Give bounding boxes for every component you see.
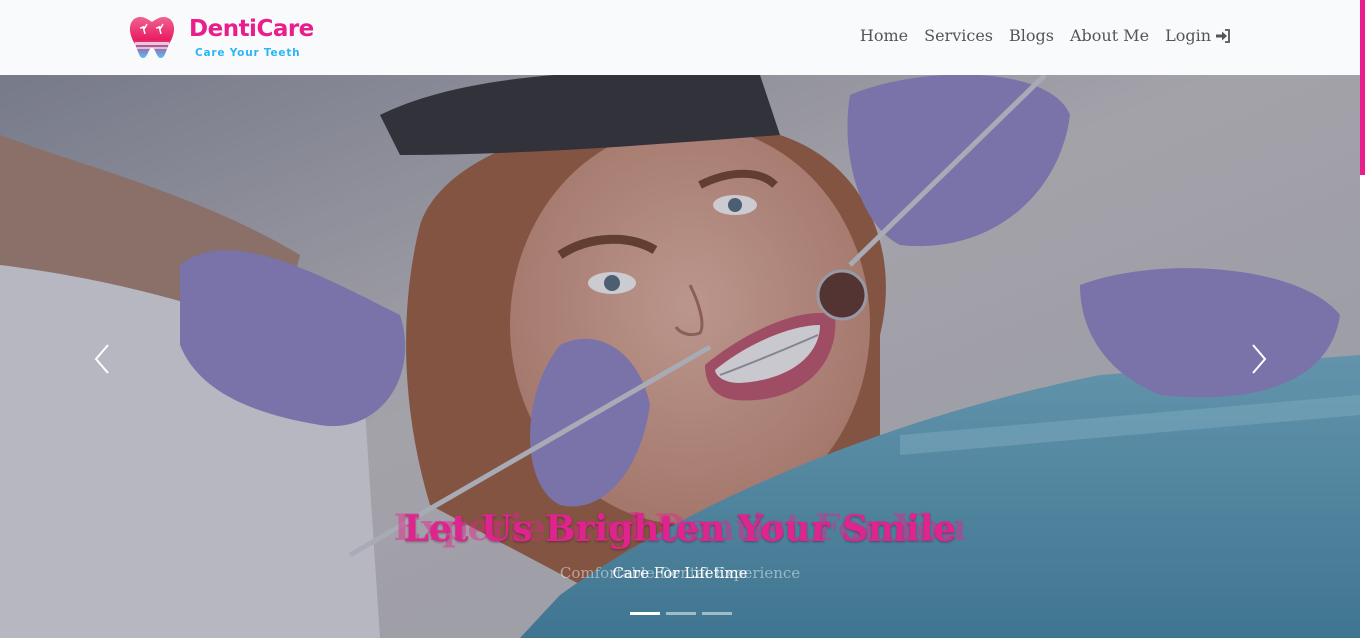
nav-blogs[interactable]: Blogs [1009,26,1054,45]
nav-about-me[interactable]: About Me [1070,26,1149,45]
carousel-indicator[interactable] [666,612,696,615]
carousel-next-button[interactable] [1247,341,1271,377]
brand-name: DentiCare [189,16,314,42]
nav-services[interactable]: Services [924,26,993,45]
scroll-indicator [1360,0,1365,175]
hero-carousel: Experienced Dentist For You Let Us Brigh… [0,75,1360,638]
navbar: DentiCare Care Your Teeth Home Services … [0,0,1365,75]
hero-overlay [0,75,1360,638]
nav-login-label: Login [1165,26,1211,45]
carousel-indicators [630,612,732,615]
hero-subtitle: Care For Lifetime [612,564,748,582]
nav-about-me-label: About Me [1069,26,1150,45]
login-icon [1216,28,1230,43]
nav-home-label: Home [859,26,909,45]
carousel-indicator[interactable] [702,612,732,615]
nav-blogs-label: Blogs [1009,26,1054,45]
carousel-indicator[interactable] [630,612,660,615]
brand-logo[interactable]: DentiCare Care Your Teeth [125,12,325,62]
nav-home[interactable]: Home [860,26,908,45]
nav-login[interactable]: Login [1165,26,1231,45]
brand-tagline: Care Your Teeth [195,47,301,59]
main-nav: Home Services Blogs About Me Login [860,26,1231,45]
nav-services-label: Services [924,26,993,45]
tooth-logo-icon [129,16,175,59]
chevron-right-icon [1252,344,1267,374]
hero-title: Let Us Brighten Your Smile [403,508,957,550]
chevron-left-icon [94,344,109,374]
carousel-prev-button[interactable] [90,341,114,377]
